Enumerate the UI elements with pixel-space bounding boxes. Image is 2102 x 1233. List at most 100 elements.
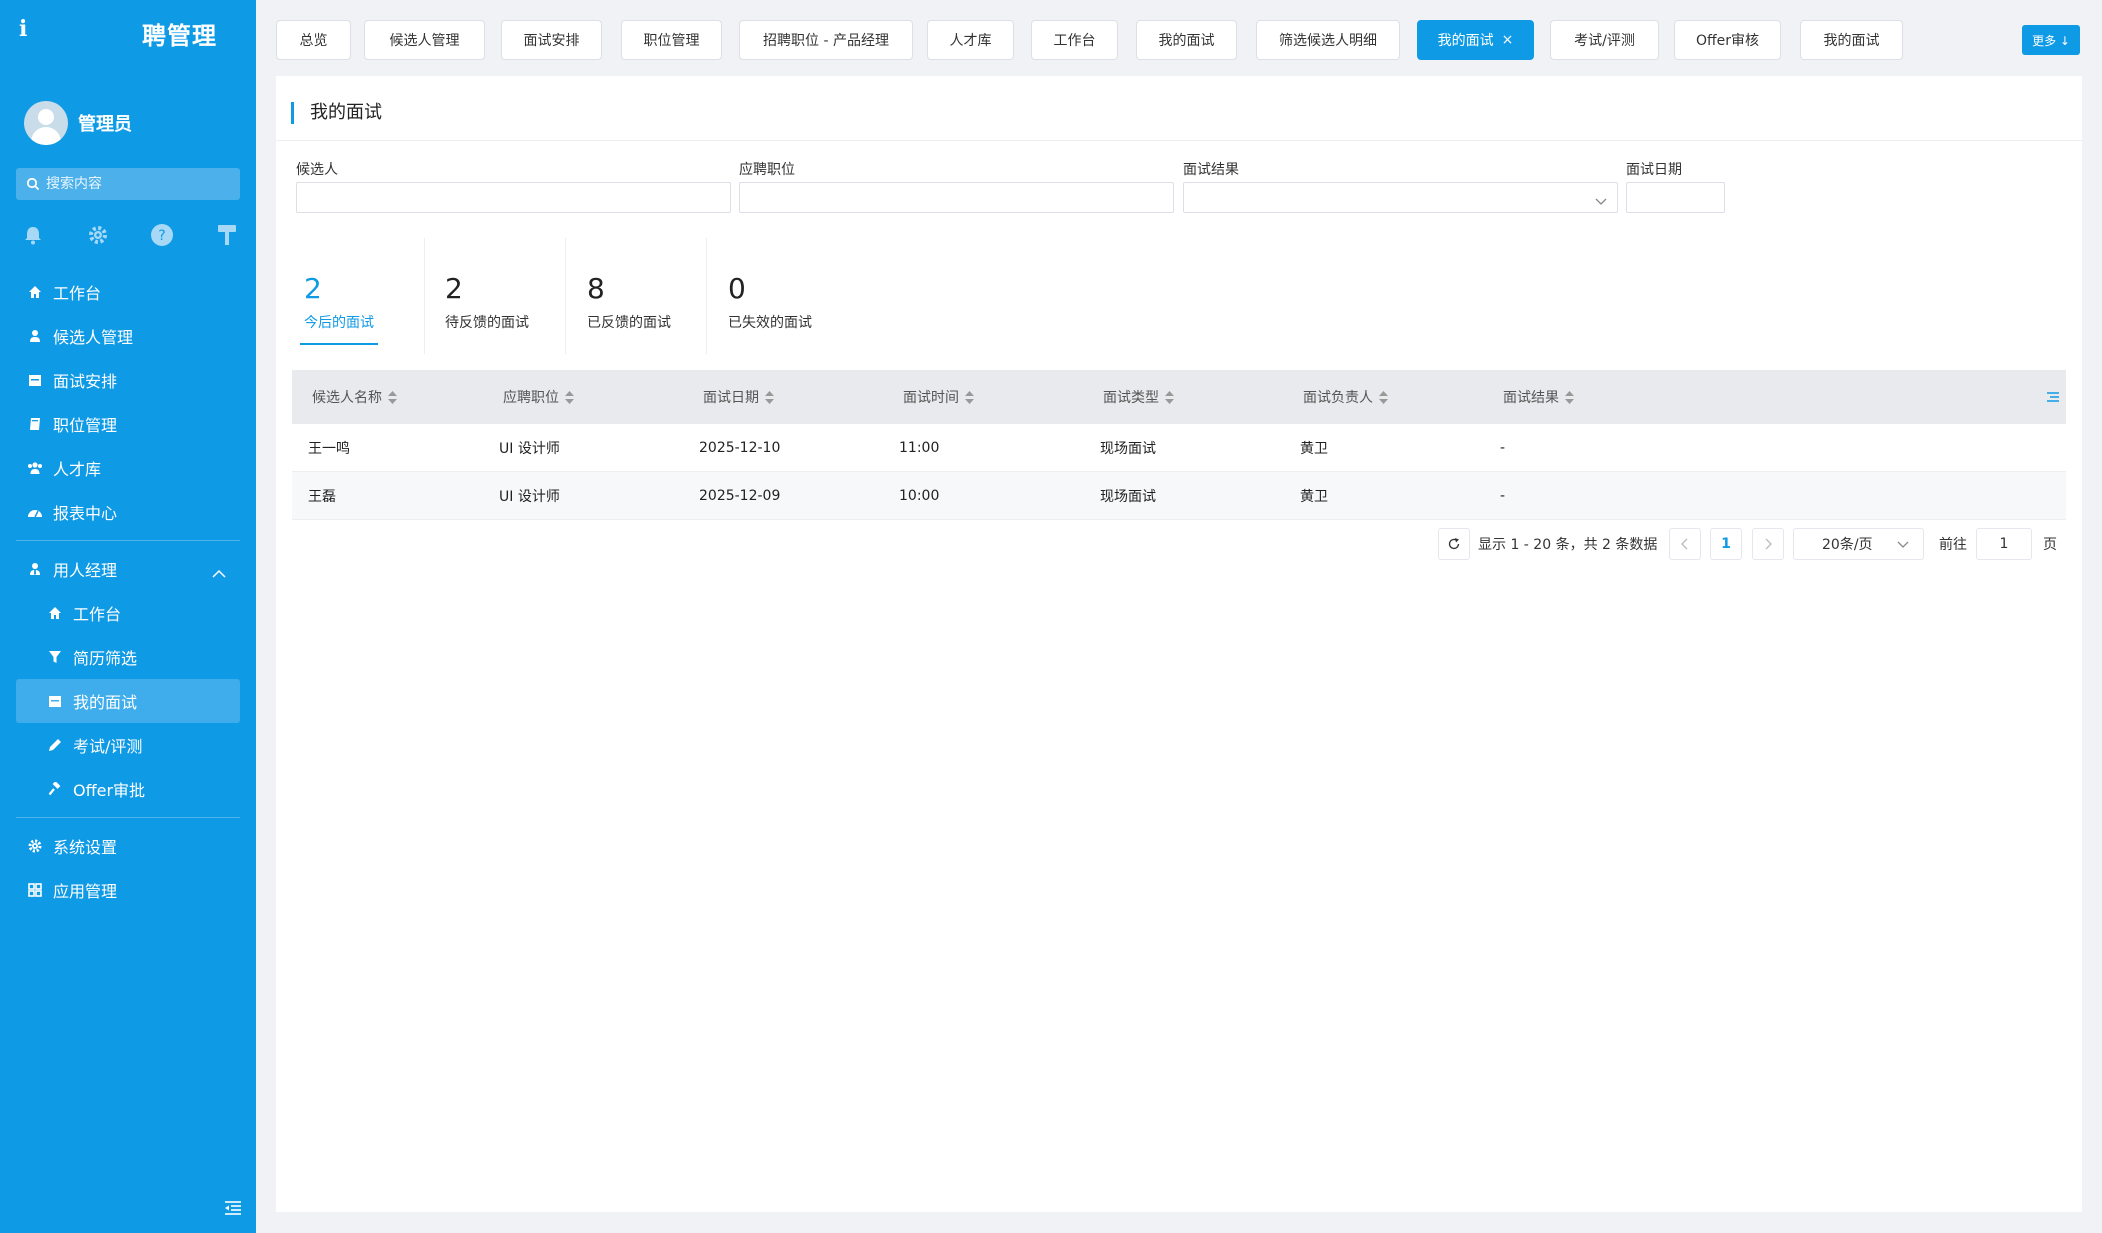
goto-page-input[interactable]: 1 — [1976, 528, 2032, 560]
sidebar-divider — [16, 540, 240, 541]
chevron-up-icon[interactable] — [212, 563, 226, 582]
close-icon[interactable]: × — [1502, 32, 1514, 48]
sidebar-item-workbench[interactable]: 工作台 — [0, 270, 256, 314]
prev-page-button[interactable] — [1669, 528, 1701, 560]
sort-icon[interactable] — [565, 390, 574, 404]
sidebar-group-hiring-manager[interactable]: 用人经理 — [0, 547, 256, 591]
sidebar-item-label: 面试安排 — [53, 372, 118, 391]
paint-roller-icon[interactable] — [214, 222, 240, 248]
table-row[interactable]: 王磊 UI 设计师 2025-12-09 10:00 现场面试 黄卫 - — [292, 472, 2066, 520]
position-filter-input[interactable] — [739, 182, 1174, 213]
sidebar-item-talent-pool[interactable]: 人才库 — [0, 446, 256, 490]
sidebar-item-app-management[interactable]: 应用管理 — [0, 868, 256, 912]
date-filter-input[interactable] — [1626, 182, 1725, 213]
filter-label-date: 面试日期 — [1626, 162, 1682, 178]
tab-my-interviews-active[interactable]: 我的面试 × — [1417, 20, 1534, 60]
collapse-sidebar-icon[interactable] — [224, 1200, 242, 1220]
column-header-type[interactable]: 面试类型 — [1103, 370, 1174, 424]
sidebar-subitem-exams[interactable]: 考试/评测 — [16, 723, 240, 767]
result-filter-select[interactable] — [1183, 182, 1618, 213]
column-header-time[interactable]: 面试时间 — [903, 370, 974, 424]
cell-type: 现场面试 — [1100, 441, 1156, 457]
search-icon — [26, 177, 40, 191]
sort-icon[interactable] — [1565, 390, 1574, 404]
book-icon — [27, 416, 43, 432]
more-tabs-button[interactable]: 更多 ↓ — [2022, 25, 2080, 55]
page-number-button[interactable]: 1 — [1710, 528, 1742, 560]
calendar-icon — [27, 372, 43, 388]
table-row[interactable]: 王一鸣 UI 设计师 2025-12-10 11:00 现场面试 黄卫 - — [292, 424, 2066, 472]
tab-exams[interactable]: 考试/评测 — [1550, 20, 1659, 60]
cell-position: UI 设计师 — [499, 489, 560, 505]
sidebar-subitem-offer-approval[interactable]: Offer审批 — [16, 767, 240, 811]
sidebar-group-label: 用人经理 — [53, 561, 118, 580]
filter-label-position: 应聘职位 — [739, 162, 795, 178]
next-page-button[interactable] — [1752, 528, 1784, 560]
tab-overview[interactable]: 总览 — [276, 20, 351, 60]
cell-result: - — [1500, 488, 1506, 504]
stat-pending-feedback[interactable]: 2 待反馈的面试 — [445, 236, 555, 356]
sidebar-search-input[interactable] — [46, 176, 226, 192]
sidebar-item-positions[interactable]: 职位管理 — [0, 402, 256, 446]
sidebar-item-interview-schedule[interactable]: 面试安排 — [0, 358, 256, 402]
avatar[interactable] — [24, 101, 68, 145]
stat-feedback-given[interactable]: 8 已反馈的面试 — [587, 236, 697, 356]
tab-job-product-manager[interactable]: 招聘职位 - 产品经理 — [739, 20, 913, 60]
bell-icon[interactable] — [20, 222, 46, 248]
tab-screened-candidates[interactable]: 筛选候选人明细 — [1256, 20, 1400, 60]
page-size-select[interactable]: 20条/页 — [1793, 528, 1924, 560]
stat-divider — [706, 238, 707, 354]
column-header-result[interactable]: 面试结果 — [1503, 370, 1574, 424]
sidebar-item-system-settings[interactable]: 系统设置 — [0, 824, 256, 868]
column-header-position[interactable]: 应聘职位 — [503, 370, 574, 424]
tab-talent-pool[interactable]: 人才库 — [927, 20, 1014, 60]
table-header: 候选人名称 应聘职位 面试日期 面试时间 面试类型 面试负责人 面试结果 — [292, 370, 2066, 424]
sort-icon[interactable] — [1379, 390, 1388, 404]
tab-my-interviews[interactable]: 我的面试 — [1136, 20, 1237, 60]
tab-my-interviews-2[interactable]: 我的面试 — [1800, 20, 1903, 60]
tab-workbench[interactable]: 工作台 — [1031, 20, 1118, 60]
help-icon[interactable]: ? — [149, 222, 175, 248]
sidebar-item-candidates[interactable]: 候选人管理 — [0, 314, 256, 358]
sidebar-item-label: 工作台 — [53, 284, 102, 303]
candidate-filter-input[interactable] — [296, 182, 731, 213]
stat-active-indicator — [300, 343, 378, 345]
chevron-down-icon[interactable] — [1595, 191, 1607, 210]
stat-upcoming-interviews[interactable]: 2 今后的面试 — [304, 236, 394, 356]
stat-label: 待反馈的面试 — [445, 315, 529, 331]
sort-icon[interactable] — [388, 390, 397, 404]
chevron-right-icon — [1765, 538, 1772, 550]
sidebar-search[interactable] — [16, 168, 240, 200]
sidebar-subitem-resume-screening[interactable]: 简历筛选 — [16, 635, 240, 679]
column-header-candidate[interactable]: 候选人名称 — [312, 370, 397, 424]
candidate-input[interactable] — [297, 183, 730, 212]
date-input[interactable] — [1627, 183, 1724, 212]
sort-icon[interactable] — [1165, 390, 1174, 404]
tab-candidates[interactable]: 候选人管理 — [364, 20, 485, 60]
tab-interview-schedule[interactable]: 面试安排 — [501, 20, 602, 60]
stat-expired-interviews[interactable]: 0 已失效的面试 — [728, 236, 838, 356]
sidebar-subitem-my-interviews[interactable]: 我的面试 — [16, 679, 240, 723]
refresh-button[interactable] — [1438, 528, 1470, 560]
user-profile[interactable]: 管理员 — [24, 101, 132, 145]
stat-divider — [565, 238, 566, 354]
sidebar-subitem-label: 工作台 — [73, 605, 122, 624]
chevron-down-icon — [1897, 541, 1909, 548]
gear-icon[interactable] — [85, 222, 111, 248]
goto-prefix: 前往 — [1939, 537, 1967, 553]
tab-offer-review[interactable]: Offer审核 — [1674, 20, 1781, 60]
position-input[interactable] — [740, 183, 1173, 212]
sort-icon[interactable] — [765, 390, 774, 404]
tab-positions[interactable]: 职位管理 — [621, 20, 722, 60]
sort-icon[interactable] — [965, 390, 974, 404]
pencil-icon — [47, 737, 63, 753]
sidebar-subitem-workbench[interactable]: 工作台 — [16, 591, 240, 635]
column-header-date[interactable]: 面试日期 — [703, 370, 774, 424]
column-settings-icon[interactable] — [2046, 388, 2060, 407]
home-icon — [47, 605, 63, 621]
sidebar-item-reports[interactable]: 报表中心 — [0, 490, 256, 534]
stat-label: 今后的面试 — [304, 315, 374, 331]
cell-candidate: 王磊 — [308, 489, 336, 505]
sidebar-subitem-label: Offer审批 — [73, 781, 146, 800]
column-header-owner[interactable]: 面试负责人 — [1303, 370, 1388, 424]
